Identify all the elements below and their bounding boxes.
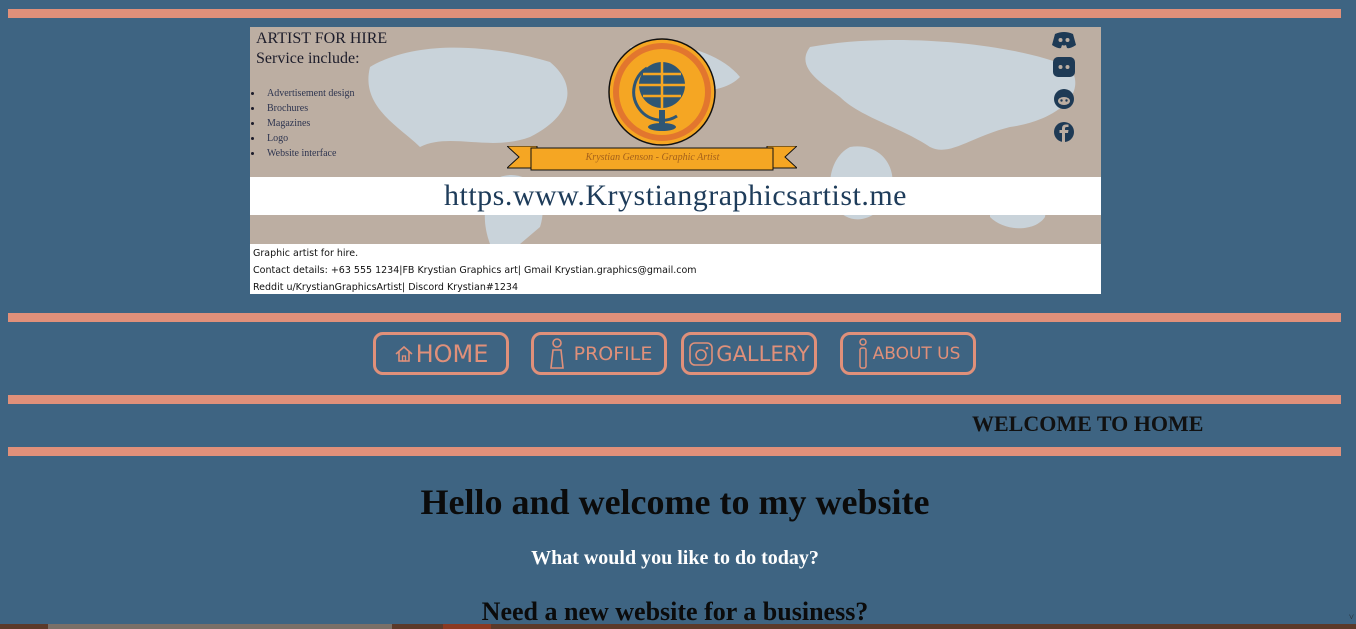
- nav-profile-button[interactable]: PROFILE: [531, 332, 667, 375]
- discord-icon: [1052, 32, 1076, 49]
- instagram-icon: [689, 341, 714, 366]
- main-subheading: What would you like to do today?: [531, 547, 819, 569]
- globe-logo-icon: [608, 38, 716, 146]
- top-divider: [8, 9, 1341, 18]
- website-url: https.www.Krystiangraphicsartist.me: [444, 179, 907, 212]
- reddit-icon: [1054, 89, 1074, 109]
- services-list: Advertisement design Brochures Magazines…: [250, 86, 355, 161]
- person-icon: [549, 337, 564, 369]
- nav-gallery-button[interactable]: GALLERY: [681, 332, 817, 375]
- contact-details: Graphic artist for hire. Contact details…: [253, 245, 697, 294]
- main-heading: Hello and welcome to my website: [420, 482, 930, 522]
- banner-subtitle: Service include:: [256, 50, 360, 67]
- info-icon: [858, 337, 867, 369]
- business-question: Need a new website for a business?: [481, 597, 869, 626]
- discord-square-icon: [1053, 57, 1075, 77]
- section-title: WELCOME TO HOME: [972, 411, 1204, 436]
- banner-divider: [8, 313, 1341, 322]
- artist-banner: ARTIST FOR HIRE Service include: Adverti…: [250, 27, 1101, 294]
- nav-home-button[interactable]: HOME: [373, 332, 509, 375]
- contact-line: Contact details: +63 555 1234|FB Krystia…: [253, 265, 697, 276]
- nav-profile-label: PROFILE: [573, 342, 653, 365]
- banner-map-area: ARTIST FOR HIRE Service include: Adverti…: [250, 27, 1101, 244]
- section-divider: [8, 447, 1341, 456]
- service-item: Magazines: [250, 116, 354, 131]
- nav-about-button[interactable]: ABOUT US: [840, 332, 976, 375]
- url-band: https.www.Krystiangraphicsartist.me: [250, 177, 1101, 215]
- nav-home-label: HOME: [415, 339, 489, 368]
- nav-gallery-label: GALLERY: [716, 341, 810, 366]
- bottom-strip: [0, 624, 1356, 629]
- nav-divider: [8, 395, 1341, 404]
- nav-about-label: ABOUT US: [872, 343, 961, 364]
- service-item: Advertisement design: [250, 88, 355, 99]
- scroll-down-arrow-icon[interactable]: ˅: [1349, 612, 1354, 622]
- contact-line: Graphic artist for hire.: [253, 248, 359, 259]
- banner-title: ARTIST FOR HIRE: [256, 30, 388, 47]
- ribbon-text: Krystian Genson - Graphic Artist: [585, 152, 720, 163]
- contact-line: Reddit u/KrystianGraphicsArtist| Discord…: [253, 282, 518, 293]
- service-item: Brochures: [250, 101, 354, 116]
- service-item: Website interface: [250, 146, 354, 161]
- bottom-strip-segment: [443, 624, 491, 629]
- bottom-strip-segment: [48, 624, 392, 629]
- home-icon: [395, 345, 413, 362]
- service-item: Logo: [250, 131, 354, 146]
- facebook-icon: [1054, 122, 1074, 142]
